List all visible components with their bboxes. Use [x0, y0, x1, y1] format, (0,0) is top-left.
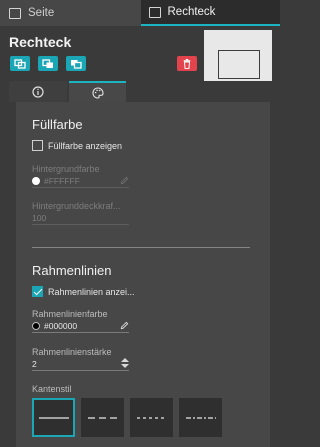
tab-seite[interactable]: Seite [0, 0, 141, 26]
edge-style-solid[interactable] [32, 398, 75, 437]
delete-button[interactable] [177, 56, 197, 71]
show-fill-label: Füllfarbe anzeigen [48, 140, 123, 151]
tab-style[interactable] [69, 81, 126, 102]
edge-style-dotted[interactable] [130, 398, 173, 437]
edge-style-dash-dot[interactable] [179, 398, 222, 437]
tab-info[interactable] [9, 81, 67, 102]
increment-icon[interactable] [121, 358, 129, 362]
bring-to-front-icon [42, 58, 53, 68]
show-border-checkbox-row[interactable]: Rahmenlinien anzei... [32, 286, 135, 297]
rectangle-icon [148, 6, 161, 18]
border-width-stepper[interactable] [121, 358, 129, 368]
info-icon [32, 85, 44, 98]
duplicate-icon [14, 58, 26, 69]
bg-color-field: #FFFFFF [32, 174, 129, 188]
send-to-back-icon [71, 59, 82, 69]
section-divider [32, 247, 250, 248]
bg-opacity-field: 100 [32, 211, 129, 225]
show-fill-checkbox[interactable] [32, 140, 43, 151]
show-border-checkbox[interactable] [32, 286, 43, 297]
send-to-back-button[interactable] [66, 56, 86, 71]
dotted-line-icon [136, 416, 167, 419]
dash-dot-line-icon [185, 416, 216, 419]
trash-icon [183, 58, 191, 69]
tab-seite-label: Seite [28, 7, 55, 19]
section-tabs [0, 81, 280, 102]
bring-to-front-button[interactable] [38, 56, 58, 71]
border-color-field[interactable]: #000000 [32, 319, 129, 333]
preview-rectangle [218, 50, 260, 79]
dashed-line-icon [87, 416, 118, 419]
style-panel: Füllfarbe Füllfarbe anzeigen Hintergrund… [16, 102, 270, 447]
edge-style-dashed[interactable] [81, 398, 124, 437]
show-border-label: Rahmenlinien anzei... [48, 286, 135, 297]
edge-style-options [32, 398, 222, 437]
pencil-icon[interactable] [120, 321, 129, 330]
border-color-label: Rahmenlinienfarbe [32, 309, 108, 319]
bg-opacity-label: Hintergrunddeckkraf... [32, 201, 121, 211]
tab-rechteck[interactable]: Rechteck [140, 0, 280, 26]
decrement-icon[interactable] [121, 364, 129, 368]
border-heading: Rahmenlinien [32, 263, 112, 278]
bg-color-value: #FFFFFF [44, 175, 80, 186]
page-icon [9, 7, 21, 19]
edge-style-label: Kantenstil [32, 384, 72, 394]
bg-color-label: Hintergrundfarbe [32, 164, 100, 174]
border-color-value: #000000 [44, 320, 78, 331]
border-width-label: Rahmenlinienstärke [32, 347, 112, 357]
solid-line-icon [38, 416, 69, 419]
border-color-swatch [32, 321, 40, 330]
bg-opacity-value: 100 [32, 212, 47, 223]
bg-color-swatch [32, 176, 40, 185]
pencil-icon [120, 176, 129, 185]
action-buttons [10, 56, 86, 71]
show-fill-checkbox-row[interactable]: Füllfarbe anzeigen [32, 140, 122, 151]
palette-icon [91, 86, 104, 99]
top-tabs: Seite Rechteck [0, 0, 280, 26]
border-width-value: 2 [32, 358, 37, 369]
border-width-field[interactable]: 2 [32, 357, 129, 371]
tab-rechteck-label: Rechteck [167, 6, 216, 18]
fill-heading: Füllfarbe [32, 117, 83, 132]
page-title: Rechteck [9, 34, 72, 50]
duplicate-button[interactable] [10, 56, 30, 71]
